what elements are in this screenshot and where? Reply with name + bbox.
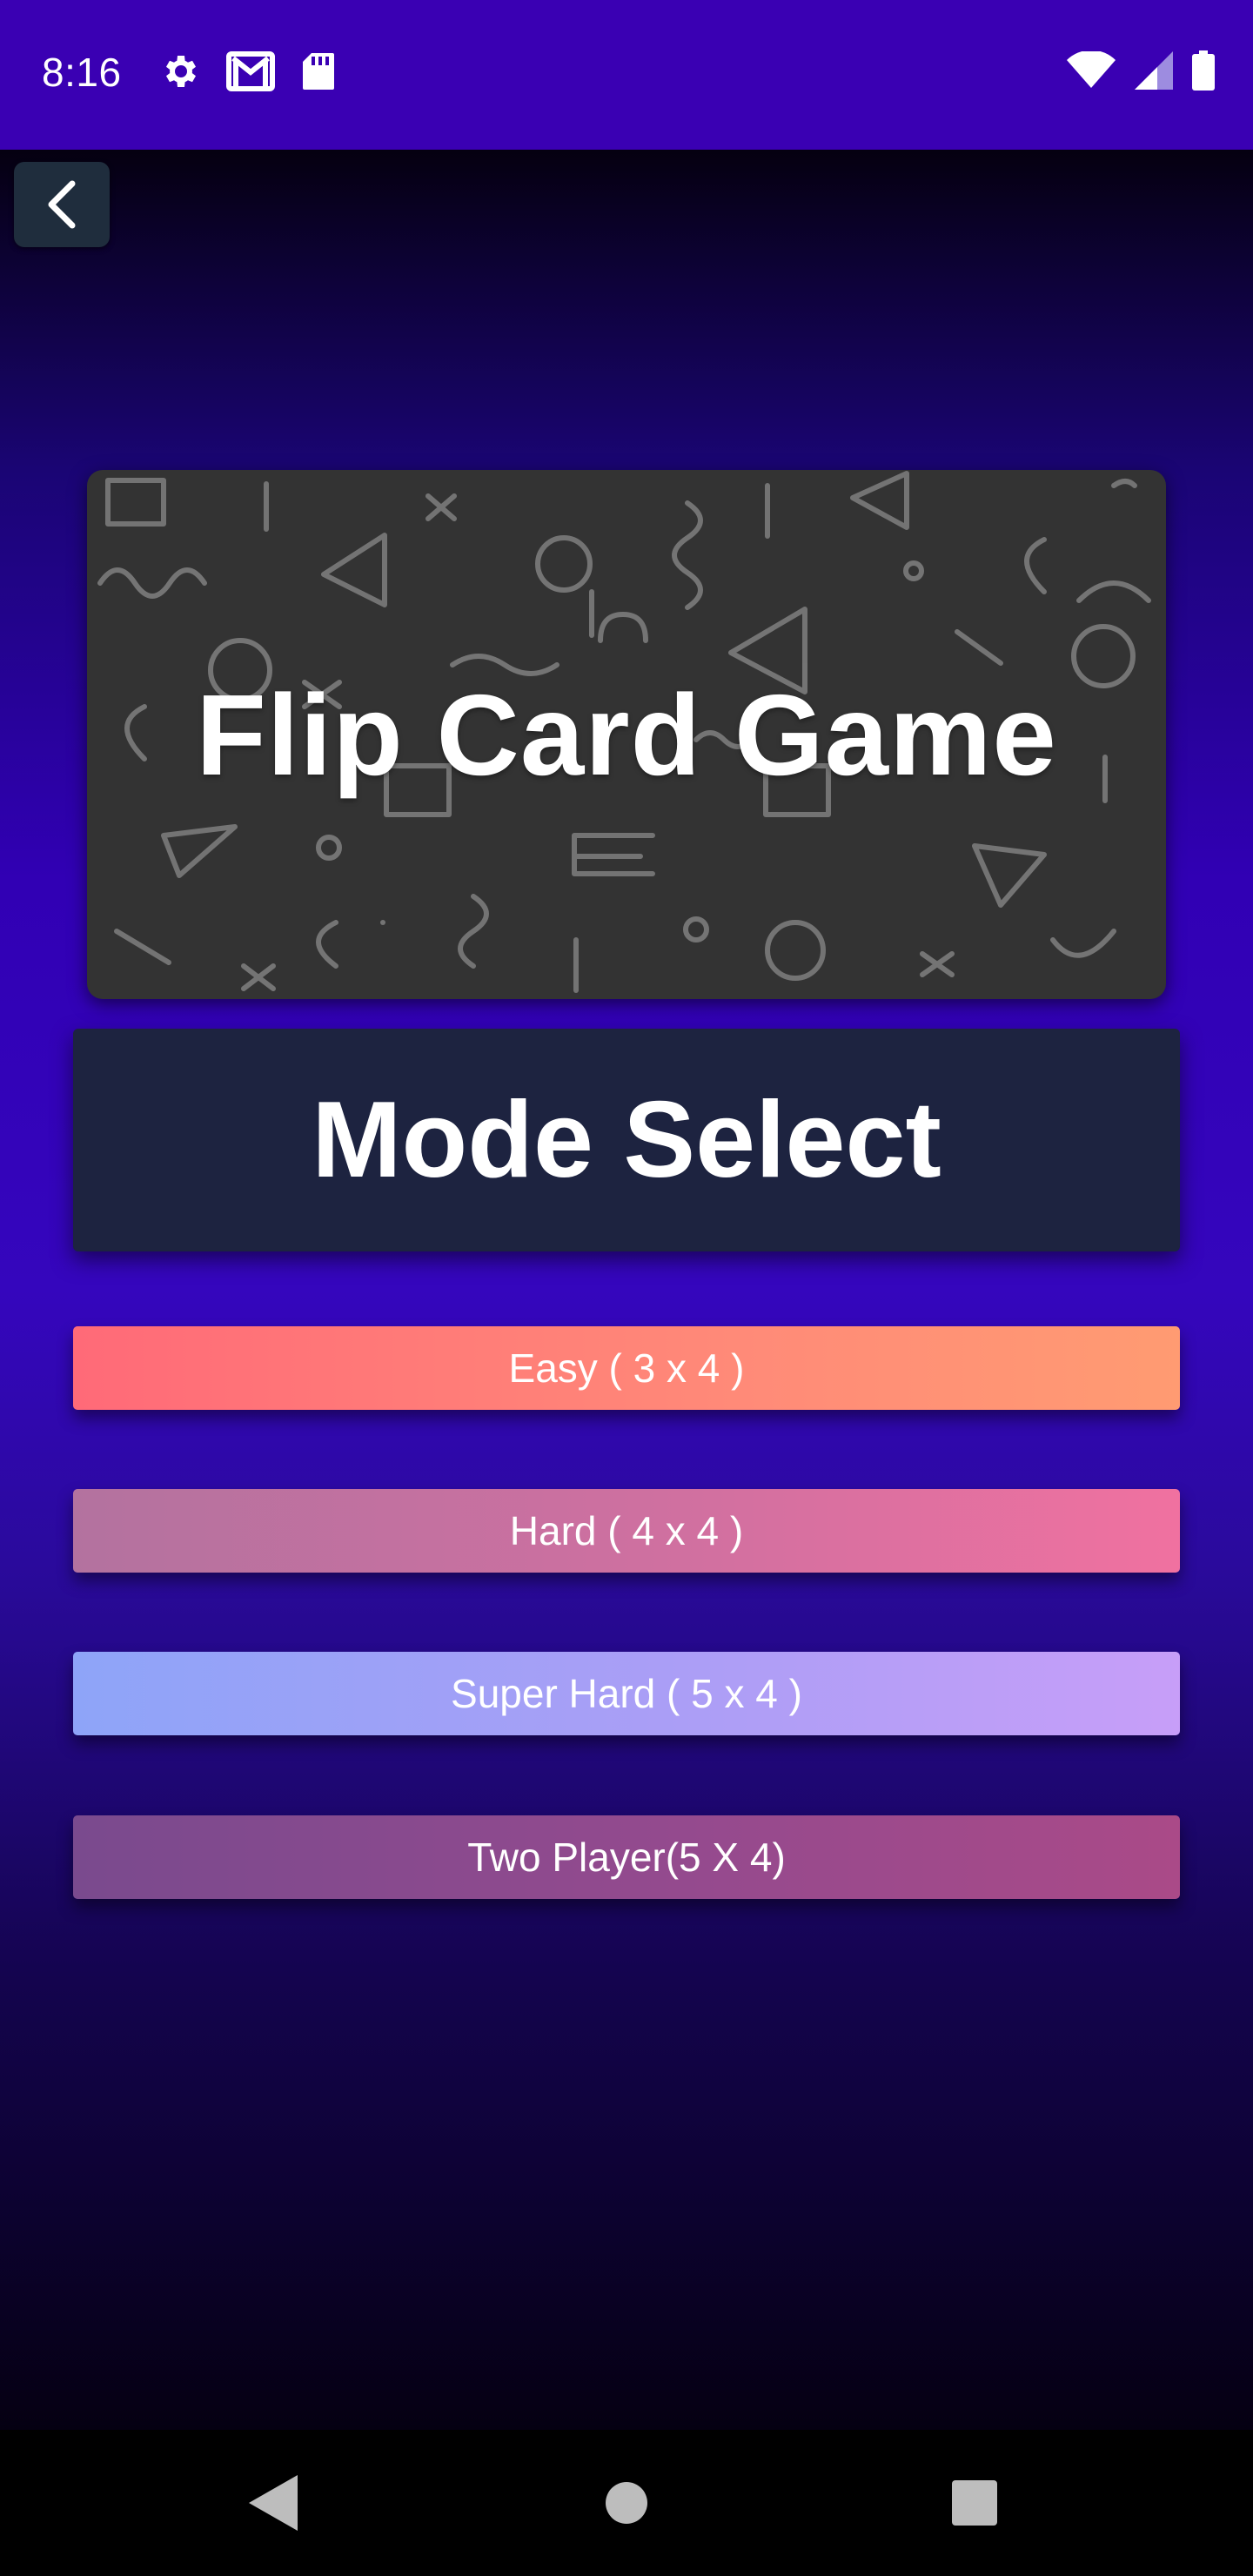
- wifi-icon: [1067, 51, 1116, 88]
- easy-mode-label: Easy ( 3 x 4 ): [508, 1345, 745, 1391]
- game-title: Flip Card Game: [196, 670, 1057, 799]
- back-button[interactable]: [14, 162, 110, 247]
- battery-icon: [1192, 50, 1215, 91]
- signal-icon: [1135, 51, 1173, 90]
- hard-mode-label: Hard ( 4 x 4 ): [509, 1508, 744, 1553]
- status-icons-left: [158, 50, 336, 92]
- status-bar: 8:16: [0, 0, 1253, 150]
- status-icons-right: [1067, 50, 1215, 91]
- app-content: Flip Card Game Mode Select Easy ( 3 x 4 …: [0, 150, 1253, 2430]
- mode-select-heading-box: Mode Select: [73, 1029, 1180, 1251]
- hard-mode-button[interactable]: Hard ( 4 x 4 ): [73, 1489, 1180, 1573]
- easy-mode-button[interactable]: Easy ( 3 x 4 ): [73, 1326, 1180, 1410]
- chevron-left-icon: [48, 180, 76, 229]
- settings-icon: [166, 56, 196, 87]
- title-card: Flip Card Game: [87, 470, 1166, 999]
- two-player-mode-label: Two Player(5 X 4): [467, 1835, 786, 1880]
- super-hard-mode-label: Super Hard ( 5 x 4 ): [451, 1671, 802, 1716]
- two-player-mode-button[interactable]: Two Player(5 X 4): [73, 1815, 1180, 1899]
- back-triangle-icon[interactable]: [245, 2472, 301, 2534]
- home-circle-icon[interactable]: [604, 2472, 649, 2534]
- sd-card-icon: [303, 53, 334, 90]
- recents-square-icon[interactable]: [950, 2472, 999, 2534]
- status-time: 8:16: [42, 50, 122, 95]
- system-nav-bar: [0, 2430, 1253, 2576]
- gmail-icon: [226, 51, 275, 91]
- mode-select-heading: Mode Select: [312, 1080, 941, 1200]
- super-hard-mode-button[interactable]: Super Hard ( 5 x 4 ): [73, 1652, 1180, 1735]
